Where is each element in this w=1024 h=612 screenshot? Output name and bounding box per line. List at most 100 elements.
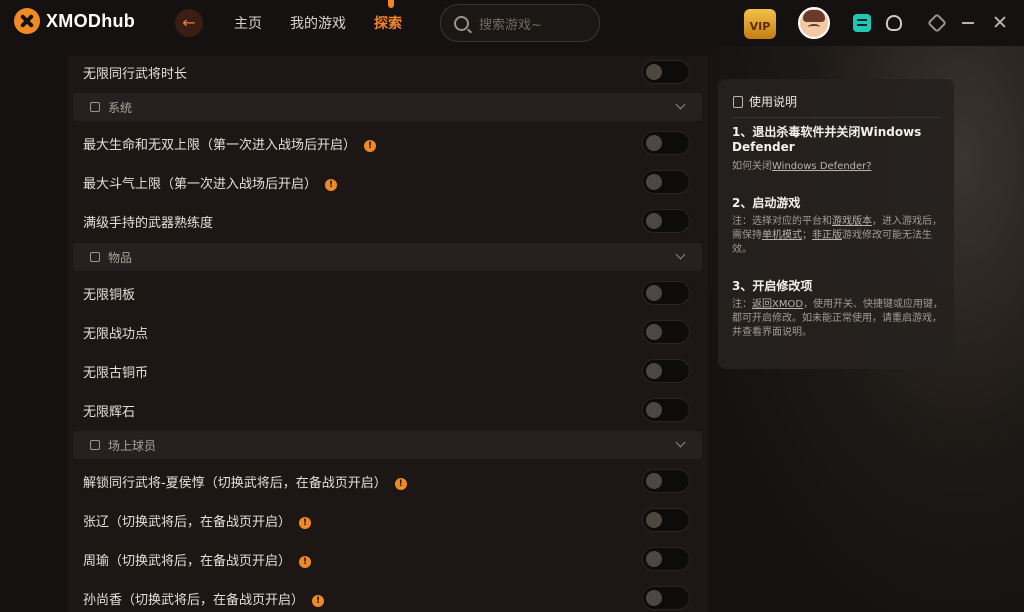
nav-my-games[interactable]: 我的游戏 (290, 13, 346, 33)
help-title: 使用说明 (733, 93, 797, 110)
cheat-label-text: 解锁同行武将-夏侯惇（切换武将后，在备战页开启） (83, 475, 387, 491)
return-xmod-link[interactable]: 返回XMOD (752, 299, 803, 310)
list-item: 张辽（切换武将后，在备战页开启）! (68, 501, 708, 539)
section-header-system[interactable]: 系统 (73, 93, 702, 121)
chevron-down-icon[interactable] (675, 99, 686, 110)
section-label: 系统 (108, 101, 133, 115)
search-box[interactable]: 搜索游戏~ (440, 4, 600, 42)
search-icon (454, 15, 469, 31)
cheat-toggle[interactable] (642, 547, 690, 571)
windows-defender-link[interactable]: Windows Defender? (772, 161, 872, 172)
step2-note-c: ； (802, 230, 812, 241)
grid-icon (90, 102, 100, 112)
step3-note-a: 注： (732, 299, 752, 310)
chat-icon[interactable] (853, 14, 871, 32)
info-icon[interactable]: ! (312, 594, 325, 607)
chevron-down-icon[interactable] (675, 249, 686, 260)
section-header-players[interactable]: 场上球员 (73, 431, 702, 459)
document-icon (733, 95, 743, 108)
list-item: 无限古铜币 (68, 352, 708, 390)
cheat-label: 解锁同行武将-夏侯惇（切换武将后，在备战页开启）! (83, 472, 407, 491)
list-item: 解锁同行武将-夏侯惇（切换武将后，在备战页开启）! (68, 462, 708, 500)
step3-title: 3、开启修改项 (732, 279, 813, 293)
cheat-toggle[interactable] (642, 209, 690, 233)
info-icon[interactable]: ! (364, 139, 377, 152)
settings-gear-icon[interactable] (927, 13, 947, 33)
section-label: 场上球员 (108, 439, 157, 453)
box-icon (90, 252, 100, 262)
step1-title: 1、退出杀毒软件并关闭Windows Defender (732, 125, 922, 154)
nav-explore[interactable]: 探索 (374, 13, 402, 33)
info-icon[interactable]: ! (299, 555, 312, 568)
list-item: 最大生命和无双上限（第一次进入战场后开启）! (68, 124, 708, 162)
cheat-toggle[interactable] (642, 469, 690, 493)
active-tab-indicator (388, 0, 394, 8)
step3-note: 注：返回XMOD，使用开关、快捷键或应用键，都可开启修改。如未能正常使用，请重启… (732, 298, 944, 340)
minimize-icon[interactable] (962, 22, 974, 24)
step2-note: 注：选择对应的平台和游戏版本，进入游戏后，需保持单机模式；非正版游戏修改可能无法… (732, 215, 944, 257)
cheat-toggle[interactable] (642, 398, 690, 422)
app-logo[interactable]: XMODhub (14, 8, 135, 34)
cheat-label: 无限战功点 (83, 326, 149, 342)
list-item: 最大斗气上限（第一次进入战场后开启）! (68, 163, 708, 201)
brand-name: XMODhub (46, 10, 136, 31)
search-input[interactable]: 搜索游戏~ (479, 14, 542, 33)
cheat-label: 无限古铜币 (83, 365, 149, 381)
vip-badge-icon[interactable]: VIP (744, 9, 776, 39)
info-icon[interactable]: ! (299, 516, 312, 529)
top-bar: XMODhub ← 主页 我的游戏 探索 搜索游戏~ VIP (0, 0, 1024, 46)
nav-home[interactable]: 主页 (234, 13, 262, 33)
list-item: 无限同行武将时长 (68, 56, 708, 91)
step2-title: 2、启动游戏 (732, 196, 801, 210)
xmod-logo-icon (14, 8, 40, 34)
section-label: 物品 (108, 251, 133, 265)
bell-icon[interactable] (886, 15, 902, 31)
info-icon[interactable]: ! (394, 477, 407, 490)
cheat-label: 张辽（切换武将后，在备战页开启）! (83, 511, 312, 530)
cheat-toggle[interactable] (642, 320, 690, 344)
cheat-toggle[interactable] (642, 586, 690, 610)
cheat-label: 满级手持的武器熟练度 (83, 215, 214, 231)
cheat-toggle[interactable] (642, 131, 690, 155)
step1-note-prefix: 如何关闭 (732, 161, 772, 172)
cheat-label: 孙尚香（切换武将后，在备战页开启）! (83, 589, 325, 608)
step2-note-a: 注：选择对应的平台和 (732, 216, 832, 227)
back-button[interactable]: ← (175, 9, 203, 37)
info-icon[interactable]: ! (325, 178, 338, 191)
cheat-toggle[interactable] (642, 359, 690, 383)
cheat-label-text: 周瑜（切换武将后，在备战页开启） (83, 553, 292, 569)
cheat-label-text: 最大生命和无双上限（第一次进入战场后开启） (83, 137, 357, 153)
cheat-toggle[interactable] (642, 60, 690, 84)
cheat-label: 无限辉石 (83, 404, 136, 420)
cheat-label: 最大斗气上限（第一次进入战场后开启）! (83, 173, 338, 192)
help-title-text: 使用说明 (749, 95, 798, 109)
cheat-list-panel: 无限同行武将时长 系统 最大生命和无双上限（第一次进入战场后开启）! 最大斗气上… (68, 56, 708, 612)
cheat-label: 无限铜板 (83, 287, 136, 303)
divider (732, 117, 940, 118)
avatar[interactable] (798, 7, 830, 39)
cheat-label: 周瑜（切换武将后，在备战页开启）! (83, 550, 312, 569)
cheat-toggle[interactable] (642, 508, 690, 532)
cheat-toggle[interactable] (642, 281, 690, 305)
cheat-label-text: 最大斗气上限（第一次进入战场后开启） (83, 176, 318, 192)
chevron-down-icon[interactable] (675, 437, 686, 448)
list-item: 无限铜板 (68, 274, 708, 312)
non-genuine-link[interactable]: 非正版 (812, 230, 842, 241)
list-item: 孙尚香（切换武将后，在备战页开启）! (68, 579, 708, 612)
cheat-label-text: 孙尚香（切换武将后，在备战页开启） (83, 592, 305, 608)
list-item: 无限辉石 (68, 391, 708, 429)
game-version-link[interactable]: 游戏版本 (832, 216, 872, 227)
single-player-link[interactable]: 单机模式 (762, 230, 802, 241)
cheat-label: 无限同行武将时长 (83, 66, 188, 82)
list-item: 满级手持的武器熟练度 (68, 202, 708, 240)
list-item: 周瑜（切换武将后，在备战页开启）! (68, 540, 708, 578)
grid-icon (90, 440, 100, 450)
close-icon[interactable] (994, 16, 1006, 28)
cheat-toggle[interactable] (642, 170, 690, 194)
cheat-label-text: 张辽（切换武将后，在备战页开启） (83, 514, 292, 530)
section-header-items[interactable]: 物品 (73, 243, 702, 271)
step1-note: 如何关闭Windows Defender? (732, 160, 944, 174)
list-item: 无限战功点 (68, 313, 708, 351)
help-card: 使用说明 1、退出杀毒软件并关闭Windows Defender 如何关闭Win… (718, 79, 954, 369)
main-nav: 主页 我的游戏 探索 (234, 13, 430, 33)
